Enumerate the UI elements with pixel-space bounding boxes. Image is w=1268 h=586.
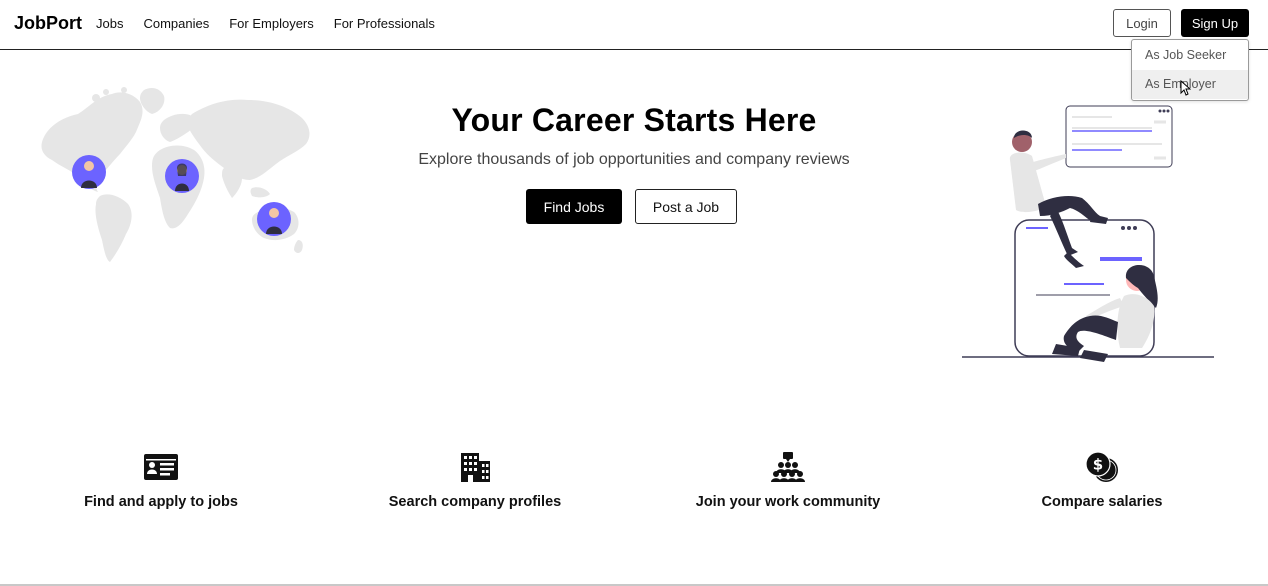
find-jobs-button[interactable]: Find Jobs: [526, 189, 622, 224]
nav-link-for-professionals[interactable]: For Professionals: [334, 16, 435, 31]
mouse-pointer-icon: [1180, 80, 1191, 96]
coins-dollar-icon: $: [1085, 451, 1118, 482]
nav-link-companies[interactable]: Companies: [143, 16, 209, 31]
people-working-illustration: [962, 105, 1214, 362]
dropdown-item-job-seeker[interactable]: As Job Seeker: [1132, 41, 1248, 70]
signup-button[interactable]: Sign Up: [1181, 9, 1249, 37]
community-icon: [771, 452, 805, 482]
feature-label: Find and apply to jobs: [84, 494, 238, 510]
login-button[interactable]: Login: [1113, 9, 1171, 37]
feature-find-apply-jobs[interactable]: Find and apply to jobs: [31, 450, 291, 510]
building-icon: [461, 453, 490, 482]
nav-link-jobs[interactable]: Jobs: [96, 16, 123, 31]
nav-links: Jobs Companies For Employers For Profess…: [96, 16, 455, 31]
feature-label: Join your work community: [695, 494, 881, 510]
post-job-button[interactable]: Post a Job: [635, 189, 737, 224]
brand-logo[interactable]: JobPort: [14, 13, 82, 34]
nav-link-for-employers[interactable]: For Employers: [229, 16, 314, 31]
id-card-icon: [144, 454, 178, 480]
svg-text:$: $: [1093, 456, 1103, 474]
feature-search-companies[interactable]: Search company profiles: [345, 450, 605, 510]
feature-join-community[interactable]: Join your work community: [658, 450, 918, 510]
feature-label: Compare salaries: [1041, 494, 1163, 510]
top-navbar: JobPort Jobs Companies For Employers For…: [0, 0, 1268, 50]
feature-label: Search company profiles: [388, 494, 562, 510]
feature-compare-salaries[interactable]: $ Compare salaries: [972, 450, 1232, 510]
